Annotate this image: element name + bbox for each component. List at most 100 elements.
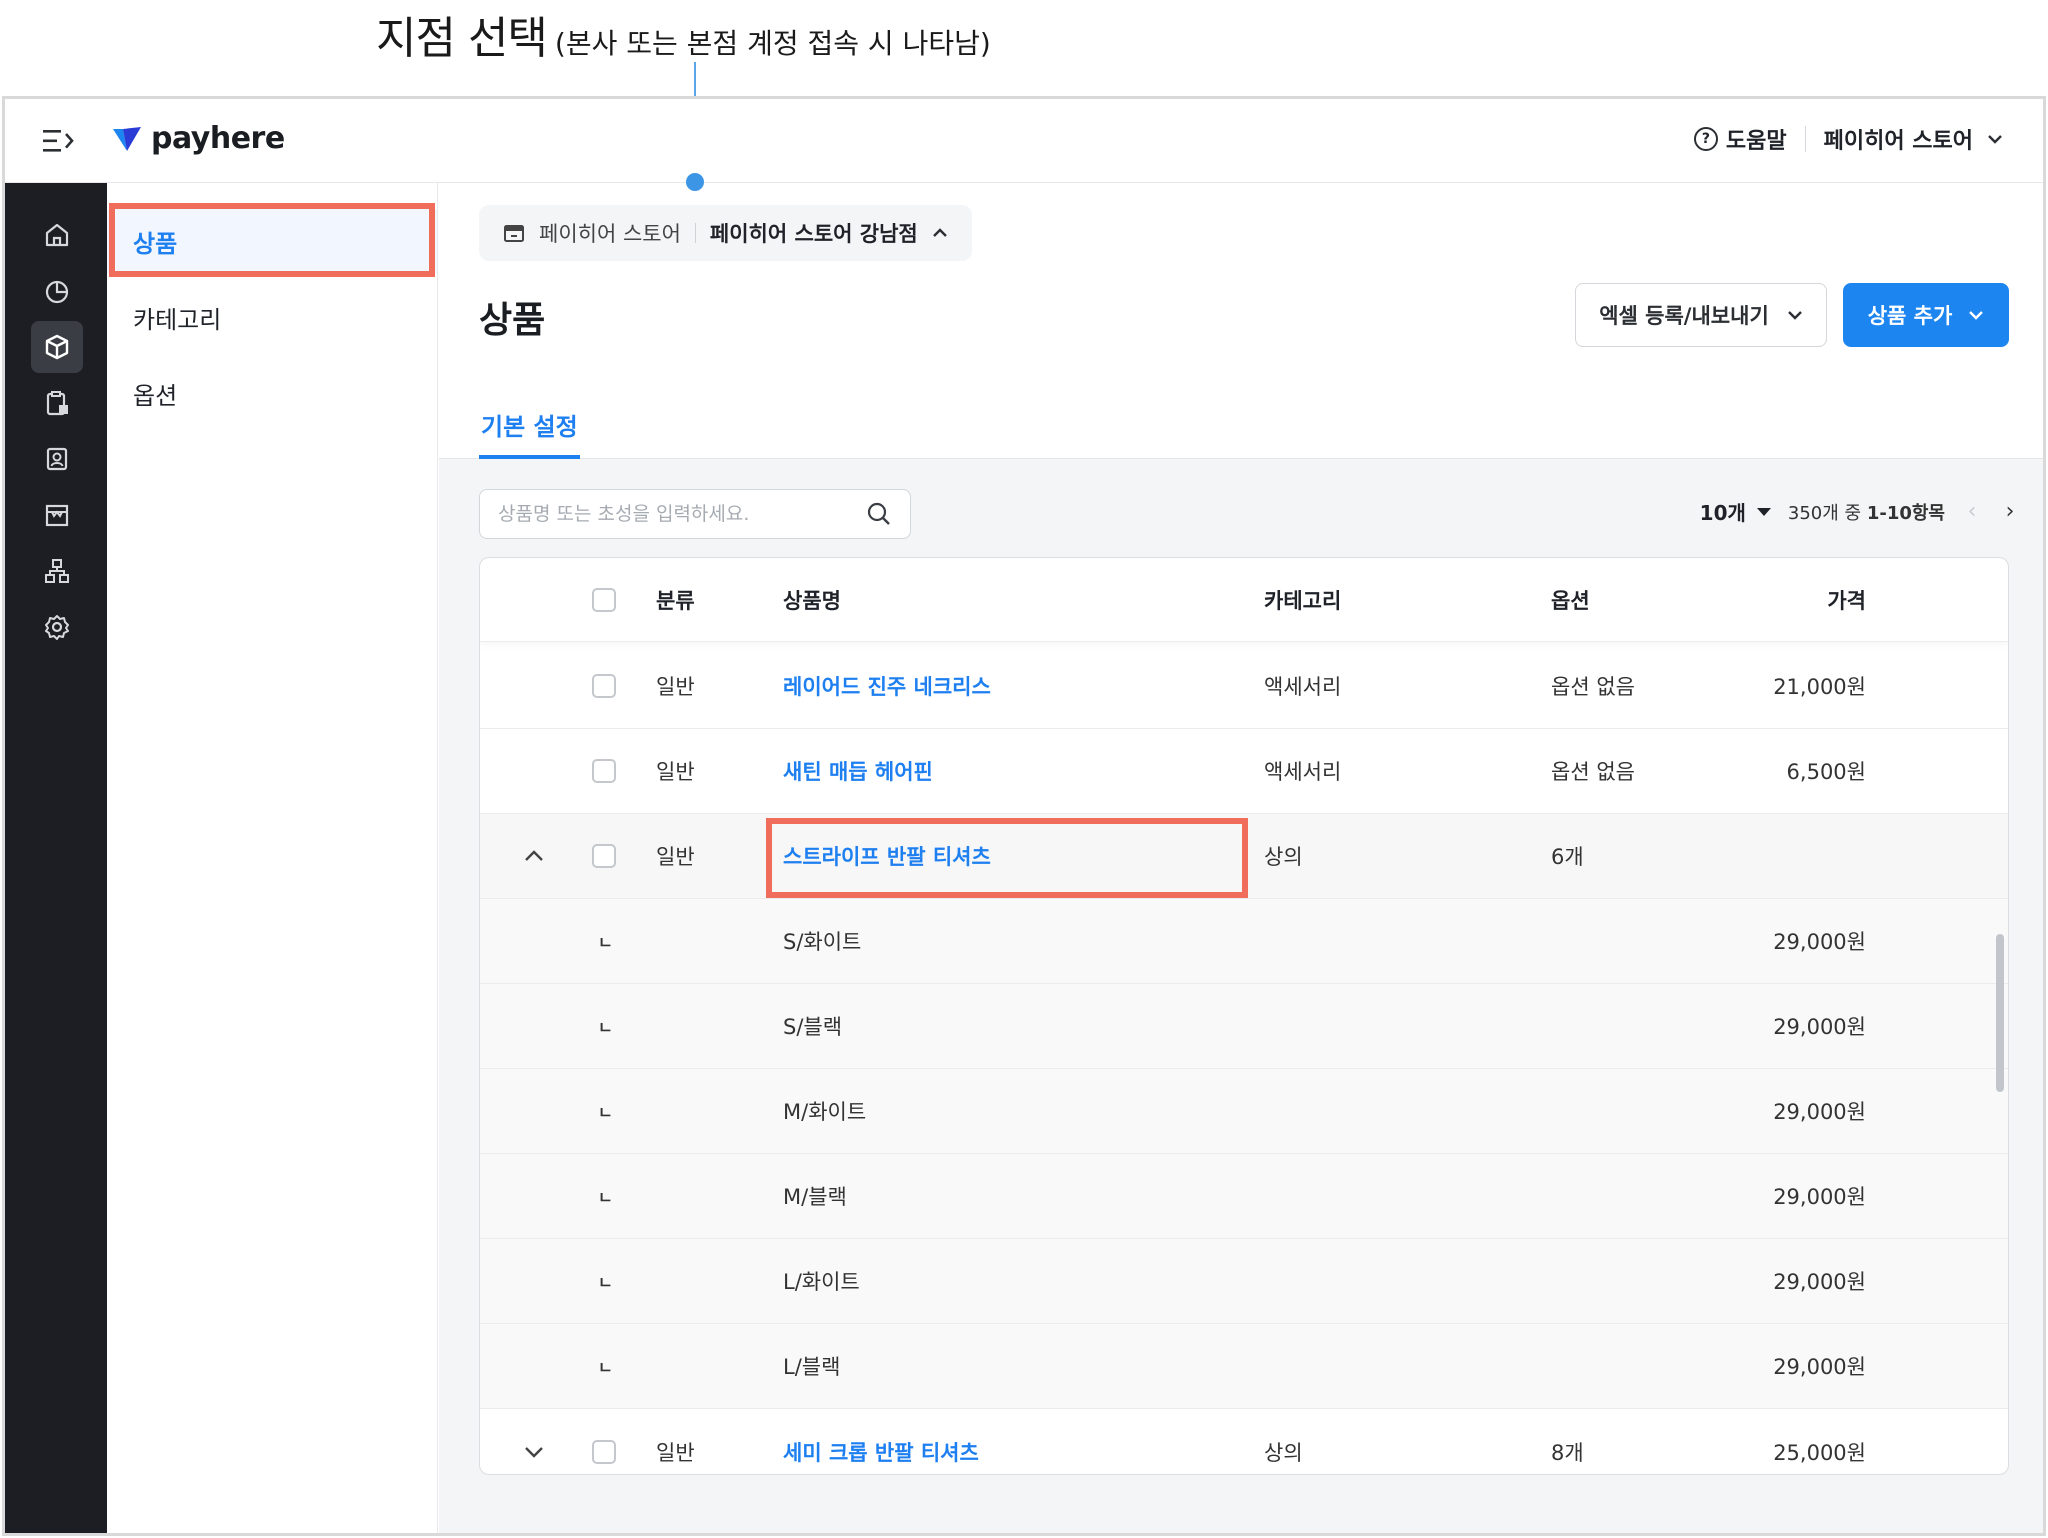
table-row[interactable]: 일반 세미 크롭 반팔 티셔츠 상의 8개 25,000원 xyxy=(480,1409,2008,1474)
nav-customer-icon[interactable] xyxy=(31,433,83,485)
logo[interactable]: payhere xyxy=(111,121,285,156)
annotation-title: 지점 선택 xyxy=(376,13,548,64)
option-name: M/블랙 xyxy=(783,1185,847,1209)
cell-category: 상의 xyxy=(1264,845,1303,869)
chevron-up-icon xyxy=(525,850,543,861)
range-prefix: 350개 중 xyxy=(1787,502,1867,524)
option-price: 29,000원 xyxy=(1773,1355,1866,1379)
nav-clipboard-icon[interactable] xyxy=(31,377,83,429)
header-category[interactable]: 카테고리 xyxy=(1264,558,1341,641)
store-icon xyxy=(504,225,524,242)
cell-option: 6개 xyxy=(1551,845,1584,869)
option-price: 29,000원 xyxy=(1773,1100,1866,1124)
checkbox-box xyxy=(592,587,616,612)
help-label: 도움말 xyxy=(1725,129,1787,154)
product-name-link[interactable]: 세미 크롭 반팔 티셔츠 xyxy=(783,1409,979,1474)
branch-selector[interactable]: 페이히어 스토어 페이히어 스토어 강남점 xyxy=(479,205,972,261)
row-checkbox[interactable] xyxy=(592,729,616,813)
chevron-down-icon xyxy=(1988,135,2002,144)
option-row: ㄴ M/화이트 29,000원 xyxy=(480,1069,2008,1154)
store-selector[interactable]: 페이히어 스토어 xyxy=(1824,123,2003,155)
table-row[interactable]: 일반 새틴 매듭 헤어핀 액세서리 옵션 없음 6,500원 xyxy=(480,729,2008,814)
annotation-text: 지점 선택 (본사 또는 본점 계정 접속 시 나타남) xyxy=(376,2,991,66)
product-name-link[interactable]: 스트라이프 반팔 티셔츠 xyxy=(783,814,991,898)
option-row: ㄴ L/블랙 29,000원 xyxy=(480,1324,2008,1409)
add-product-button[interactable]: 상품 추가 xyxy=(1843,283,2009,347)
main-content: 페이히어 스토어 페이히어 스토어 강남점 상품 엑셀 등록/내보내기 상품 추… xyxy=(439,183,2043,1533)
table-header: 분류 상품명 카테고리 옵션 가격 xyxy=(480,558,2008,642)
sub-row-marker: ㄴ xyxy=(598,1358,613,1377)
tab-basic-settings[interactable]: 기본 설정 xyxy=(479,407,580,459)
top-bar: payhere ? 도움말 페이히어 스토어 xyxy=(5,99,2043,183)
search-icon[interactable] xyxy=(866,501,892,527)
select-all-checkbox[interactable] xyxy=(592,558,616,641)
row-checkbox[interactable] xyxy=(592,644,616,728)
excel-import-export-button[interactable]: 엑셀 등록/내보내기 xyxy=(1575,283,1827,347)
sub-row-marker: ㄴ xyxy=(598,1273,613,1292)
nav-org-icon[interactable] xyxy=(31,545,83,597)
option-row: ㄴ S/블랙 29,000원 xyxy=(480,984,2008,1069)
nav-chart-icon[interactable] xyxy=(31,265,83,317)
header-name[interactable]: 상품명 xyxy=(783,558,841,641)
product-name-link[interactable]: 새틴 매듭 헤어핀 xyxy=(783,729,933,813)
annotation-subtitle: (본사 또는 본점 계정 접속 시 나타남) xyxy=(554,27,991,60)
content-header: 페이히어 스토어 페이히어 스토어 강남점 상품 엑셀 등록/내보내기 상품 추… xyxy=(439,183,2043,459)
cell-category: 액세서리 xyxy=(1264,675,1342,699)
sub-row-marker: ㄴ xyxy=(598,1188,613,1207)
sub-row-marker: ㄴ xyxy=(598,1018,613,1037)
help-button[interactable]: ? 도움말 xyxy=(1693,123,1787,155)
search-input[interactable] xyxy=(498,503,866,525)
row-checkbox[interactable] xyxy=(592,814,616,898)
app-window: payhere ? 도움말 페이히어 스토어 상품 카테고리 옵션 페이히어 스… xyxy=(2,96,2046,1536)
breadcrumb-current: 페이히어 스토어 강남점 xyxy=(709,222,918,246)
nav-product-box-icon[interactable] xyxy=(31,321,83,373)
product-search xyxy=(479,489,911,539)
cell-price: 25,000원 xyxy=(1773,1440,1866,1465)
option-price: 29,000원 xyxy=(1773,1270,1866,1294)
row-checkbox[interactable] xyxy=(592,1409,616,1474)
breadcrumb-parent: 페이히어 스토어 xyxy=(539,222,681,246)
prev-page-icon[interactable]: ‹ xyxy=(1961,499,1983,524)
expand-toggle[interactable] xyxy=(524,1409,544,1474)
logo-text: payhere xyxy=(151,121,285,156)
header-type[interactable]: 분류 xyxy=(656,558,695,641)
top-right-actions: ? 도움말 페이히어 스토어 xyxy=(1693,123,2003,155)
range-value: 1-10항목 xyxy=(1866,502,1945,524)
pagination: 10개 350개 중 1-10항목 ‹ › xyxy=(1700,497,2021,526)
nav-home-icon[interactable] xyxy=(31,209,83,261)
cell-type: 일반 xyxy=(656,845,695,869)
divider xyxy=(1804,126,1806,152)
annotation-dot xyxy=(686,173,704,191)
next-page-icon[interactable]: › xyxy=(1999,499,2021,524)
subnav-item-products[interactable]: 상품 xyxy=(107,209,437,273)
cell-price: 21,000원 xyxy=(1773,675,1866,699)
menu-toggle-icon[interactable] xyxy=(41,125,77,157)
cell-price xyxy=(1680,814,1866,898)
subnav-item-categories[interactable]: 카테고리 xyxy=(107,285,437,349)
nav-store-icon[interactable] xyxy=(31,489,83,541)
checkbox-box xyxy=(592,1439,616,1464)
nav-settings-icon[interactable] xyxy=(31,601,83,653)
header-option[interactable]: 옵션 xyxy=(1551,558,1590,641)
annotation-callout: 지점 선택 (본사 또는 본점 계정 접속 시 나타남) xyxy=(0,0,2048,178)
icon-sidebar xyxy=(5,183,107,1533)
header-price[interactable]: 가격 xyxy=(1680,558,1866,641)
option-price: 29,000원 xyxy=(1773,930,1866,954)
option-row: ㄴ S/화이트 29,000원 xyxy=(480,899,2008,984)
table-row[interactable]: 일반 레이어드 진주 네크리스 액세서리 옵션 없음 21,000원 xyxy=(480,644,2008,729)
page-size-select[interactable]: 10개 xyxy=(1700,497,1772,526)
payhere-logo-icon xyxy=(113,126,141,151)
sub-navigation: 상품 카테고리 옵션 xyxy=(107,183,438,1533)
cell-type: 일반 xyxy=(656,1440,695,1465)
cell-category: 상의 xyxy=(1264,1440,1303,1465)
cell-option: 옵션 없음 xyxy=(1551,760,1635,784)
table-row-expanded[interactable]: 일반 스트라이프 반팔 티셔츠 상의 6개 xyxy=(480,814,2008,899)
cell-type: 일반 xyxy=(656,675,695,699)
product-name-link[interactable]: 레이어드 진주 네크리스 xyxy=(783,644,991,728)
cell-option: 8개 xyxy=(1551,1440,1584,1465)
collapse-toggle[interactable] xyxy=(524,814,544,898)
table-scrollbar[interactable] xyxy=(1996,934,2004,1092)
subnav-item-options[interactable]: 옵션 xyxy=(107,361,437,425)
chevron-up-icon xyxy=(932,228,947,237)
checkbox-box xyxy=(592,844,616,868)
